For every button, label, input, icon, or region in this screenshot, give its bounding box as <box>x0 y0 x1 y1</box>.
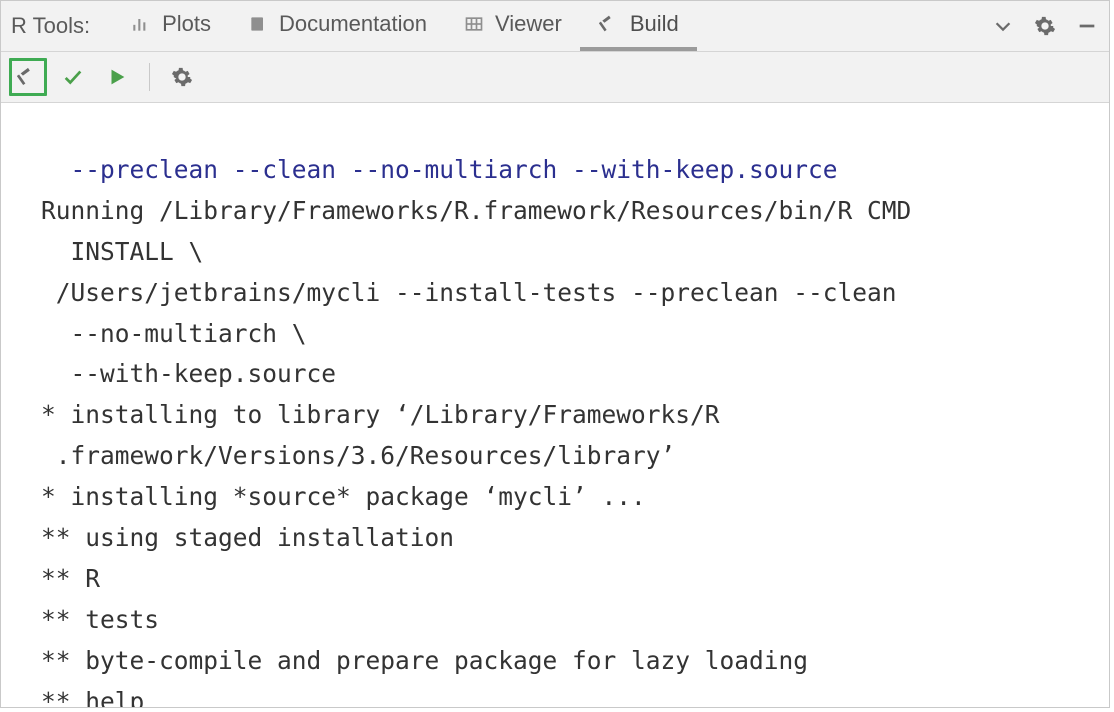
tab-label: Plots <box>162 11 211 37</box>
run-button[interactable] <box>99 59 135 95</box>
plots-icon <box>130 13 152 35</box>
minimize-icon[interactable] <box>1073 12 1101 40</box>
console-command-fragment: --preclean --clean --no-multiarch --with… <box>41 155 838 184</box>
tab-documentation[interactable]: Documentation <box>229 1 445 51</box>
tab-label: Documentation <box>279 11 427 37</box>
console-output: Running /Library/Frameworks/R.framework/… <box>41 196 911 707</box>
build-toolbar <box>1 52 1109 103</box>
chevron-down-icon[interactable] <box>989 12 1017 40</box>
tab-viewer[interactable]: Viewer <box>445 1 580 51</box>
tab-label: Build <box>630 11 679 37</box>
panel-controls <box>989 12 1101 40</box>
tab-bar: R Tools: Plots Documentation <box>1 1 1109 52</box>
panel-title: R Tools: <box>11 13 90 39</box>
install-package-button[interactable] <box>9 58 47 96</box>
check-package-button[interactable] <box>55 59 91 95</box>
viewer-icon <box>463 13 485 35</box>
tab-build[interactable]: Build <box>580 1 697 51</box>
build-console[interactable]: --preclean --clean --no-multiarch --with… <box>1 103 1109 707</box>
build-icon <box>598 13 620 35</box>
gear-icon[interactable] <box>1031 12 1059 40</box>
settings-button[interactable] <box>164 59 200 95</box>
tab-label: Viewer <box>495 11 562 37</box>
tab-plots[interactable]: Plots <box>112 1 229 51</box>
documentation-icon <box>247 13 269 35</box>
toolbar-separator <box>149 63 150 91</box>
r-tools-panel: R Tools: Plots Documentation <box>0 0 1110 708</box>
